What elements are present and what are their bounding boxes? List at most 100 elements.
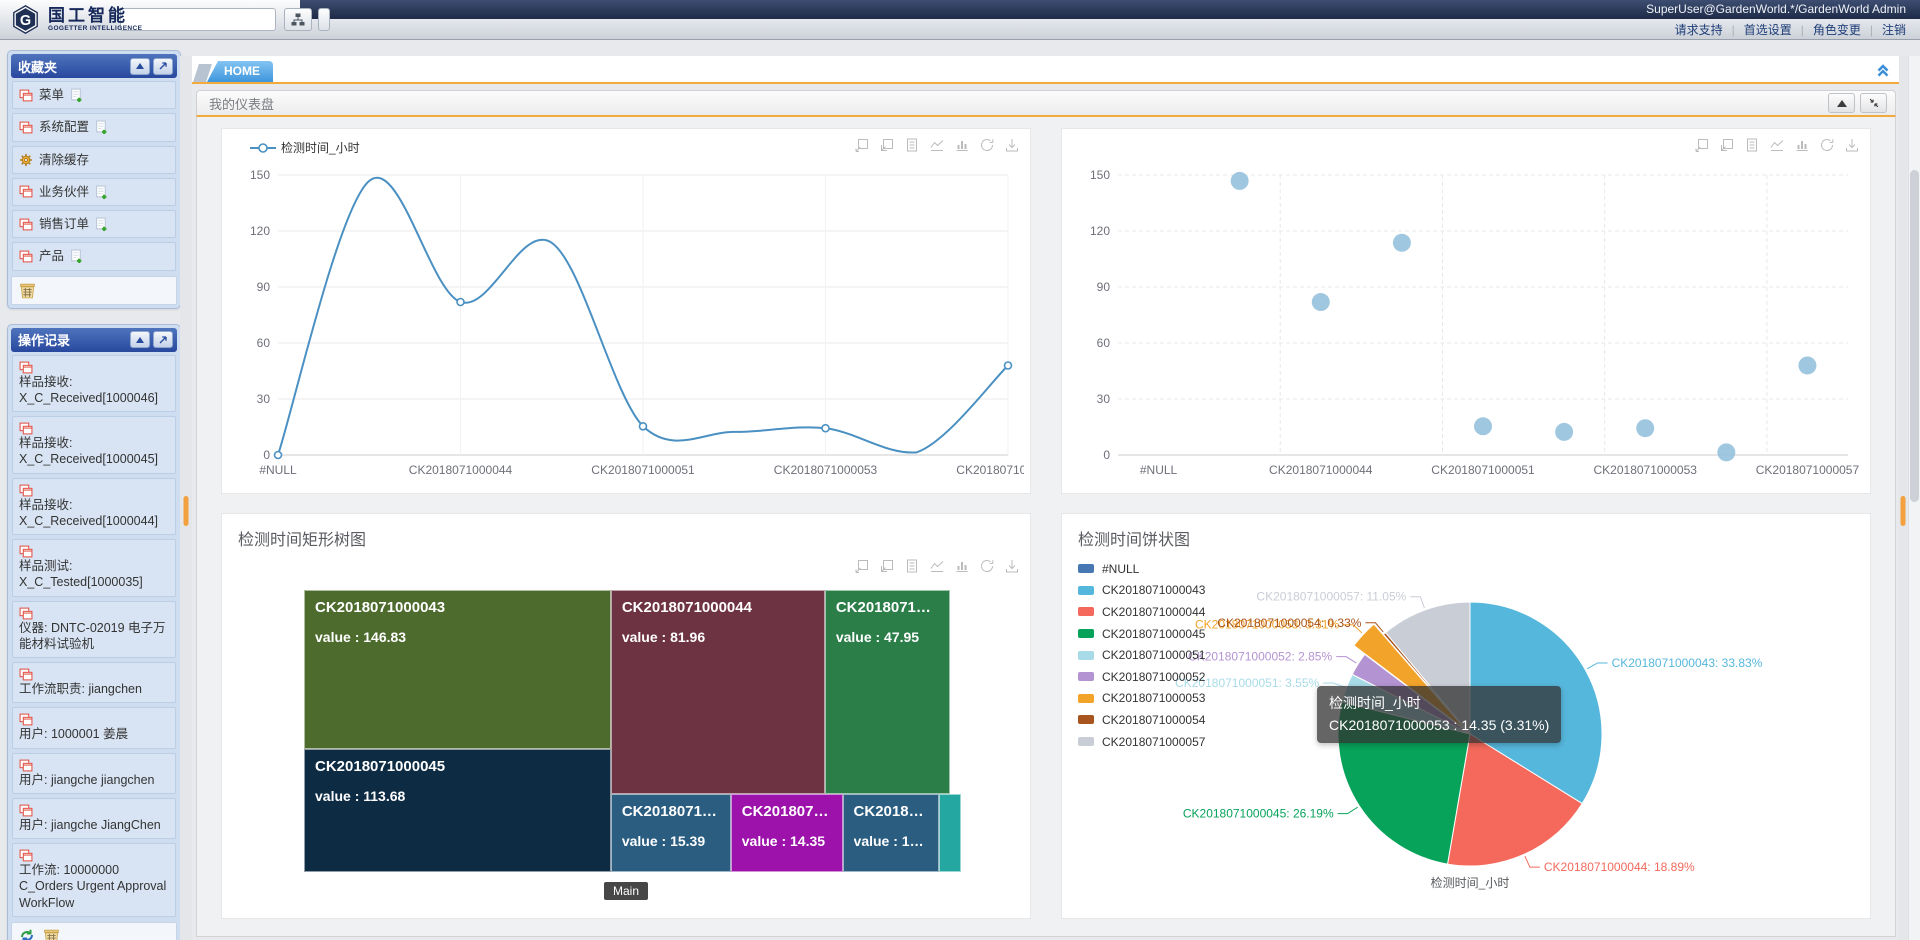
pie-legend-item[interactable]: CK2018071000052 — [1078, 666, 1205, 688]
treemap-tile[interactable]: CK2018071000053value : 14.35 — [731, 794, 843, 872]
toolbox-data-zoom-icon[interactable] — [854, 558, 870, 574]
treemap-tile[interactable]: CK2018071000043value : 146.83 — [304, 590, 611, 749]
favorite-item[interactable]: 产品 — [12, 242, 176, 270]
search-input[interactable] — [121, 10, 284, 29]
line-data-point — [275, 452, 282, 459]
scatter-data-point — [1393, 234, 1411, 252]
record-item[interactable]: 用户: jiangche jiangchen — [12, 753, 176, 794]
record-item[interactable]: 样品接收: X_C_Received[1000044] — [12, 478, 176, 536]
dashboard-title: 我的仪表盘 — [197, 94, 274, 113]
toolbox-line-type-icon[interactable] — [929, 558, 945, 574]
header-mini-button[interactable] — [318, 8, 330, 31]
pie-legend-item[interactable]: CK2018071000044 — [1078, 601, 1205, 623]
right-splitter[interactable] — [1899, 56, 1907, 940]
org-chart-button[interactable] — [284, 8, 312, 31]
pie-legend-item[interactable]: #NULL — [1078, 558, 1205, 580]
toolbox-data-zoom-icon[interactable] — [854, 137, 870, 153]
toolbox-zoom-reset-icon[interactable] — [879, 137, 895, 153]
nav-link[interactable]: 注销 — [1882, 21, 1906, 38]
favorite-item[interactable]: 销售订单 — [12, 210, 176, 238]
treemap-tile[interactable]: CK2018071000044value : 81.96 — [611, 590, 825, 794]
dashboard-restore-button[interactable] — [1860, 93, 1887, 113]
favorite-item[interactable]: 菜单 — [12, 81, 176, 109]
favorite-item[interactable]: 清除缓存 — [12, 146, 176, 174]
toolbox-data-view-icon[interactable] — [1744, 137, 1760, 153]
svg-text:CK2018071000057: CK2018071000057 — [956, 463, 1024, 477]
add-record-icon[interactable] — [95, 217, 108, 231]
toolbox-bar-type-icon[interactable] — [954, 137, 970, 153]
toolbox-save-image-icon[interactable] — [1004, 558, 1020, 574]
line-chart[interactable]: 0306090120150#NULLCK2018071000044CK20180… — [230, 161, 1024, 487]
record-item[interactable]: 样品测试: X_C_Tested[1000035] — [12, 539, 176, 597]
window-icon — [19, 185, 33, 198]
favorite-item[interactable]: 业务伙伴 — [12, 178, 176, 206]
toolbox-restore-icon[interactable] — [979, 137, 995, 153]
record-item-label: 样品接收: X_C_Received[1000045] — [19, 436, 158, 466]
global-search[interactable] — [120, 8, 276, 31]
record-item[interactable]: 用户: 1000001 姜晨 — [12, 707, 176, 748]
add-record-icon[interactable] — [70, 88, 83, 102]
record-item[interactable]: 样品接收: X_C_Received[1000045] — [12, 416, 176, 474]
pie-label-leader — [1587, 663, 1607, 669]
toolbox-data-view-icon[interactable] — [904, 137, 920, 153]
svg-text:CK2018071000057: CK2018071000057 — [1756, 463, 1860, 477]
records-collapse-button[interactable] — [130, 331, 150, 348]
toolbox-zoom-reset-icon[interactable] — [1719, 137, 1735, 153]
record-item[interactable]: 仪器: DNTC-02019 电子万能材料试验机 — [12, 601, 176, 659]
records-expand-button[interactable] — [153, 331, 173, 348]
treemap-tile[interactable]: CK2018071000051value : 15.39 — [611, 794, 731, 872]
nav-link[interactable]: 请求支持 — [1675, 21, 1723, 38]
trash-icon[interactable] — [18, 281, 37, 300]
collapse-all-button[interactable] — [1874, 61, 1892, 79]
dashboard-collapse-button[interactable] — [1828, 93, 1855, 113]
refresh-icon[interactable] — [18, 927, 36, 940]
window-icon — [19, 668, 169, 681]
toolbox-line-type-icon[interactable] — [929, 137, 945, 153]
toolbox-data-zoom-icon[interactable] — [1694, 137, 1710, 153]
add-record-icon[interactable] — [95, 120, 108, 134]
record-item[interactable]: 工作流职责: jiangchen — [12, 662, 176, 703]
pie-legend-item[interactable]: CK2018071000057 — [1078, 731, 1205, 753]
add-record-icon[interactable] — [95, 185, 108, 199]
nav-link[interactable]: 角色变更 — [1813, 21, 1861, 38]
line-chart-legend[interactable]: 检测时间_小时 — [250, 139, 360, 156]
toolbox-line-type-icon[interactable] — [1769, 137, 1785, 153]
favorites-expand-button[interactable] — [153, 58, 173, 75]
sidebar-splitter[interactable] — [180, 56, 192, 940]
user-info-strip: SuperUser@GardenWorld.*/GardenWorld Admi… — [300, 0, 1920, 19]
pie-legend-item[interactable]: CK2018071000054 — [1078, 709, 1205, 731]
toolbox-save-image-icon[interactable] — [1844, 137, 1860, 153]
pie-legend-item[interactable]: CK2018071000053 — [1078, 688, 1205, 710]
trash-icon[interactable] — [42, 927, 61, 940]
treemap-tile[interactable]: CK2018071000052value : 12.36 — [843, 794, 939, 872]
tab-home[interactable]: HOME — [207, 61, 273, 82]
treemap-tile[interactable]: CK2018071000045value : 113.68 — [304, 749, 611, 872]
treemap-tile[interactable]: CK2018071000057value : 47.95 — [825, 590, 950, 794]
pie-legend-item[interactable]: CK2018071000043 — [1078, 580, 1205, 602]
record-item[interactable]: 用户: jiangche JiangChen — [12, 798, 176, 839]
treemap-breadcrumb[interactable]: Main — [604, 882, 648, 900]
favorite-item[interactable]: 系统配置 — [12, 113, 176, 141]
toolbox-save-image-icon[interactable] — [1004, 137, 1020, 153]
favorites-collapse-button[interactable] — [130, 58, 150, 75]
scrollbar-thumb[interactable] — [1910, 170, 1919, 502]
toolbox-restore-icon[interactable] — [1819, 137, 1835, 153]
favorite-item-label: 系统配置 — [39, 119, 89, 135]
toolbox-bar-type-icon[interactable] — [1794, 137, 1810, 153]
toolbox-zoom-reset-icon[interactable] — [879, 558, 895, 574]
record-item[interactable]: 样品接收: X_C_Received[1000046] — [12, 355, 176, 413]
record-item[interactable]: 工作流: 10000000 C_Orders Urgent Approval W… — [12, 843, 176, 917]
nav-link[interactable]: 首选设置 — [1744, 21, 1792, 38]
vertical-scrollbar[interactable] — [1908, 56, 1920, 940]
pie-legend-item[interactable]: CK2018071000051 — [1078, 644, 1205, 666]
treemap-tile[interactable]: CK2018071000054value : 1.43 — [939, 794, 961, 872]
splitter-handle[interactable] — [184, 496, 189, 526]
add-record-icon[interactable] — [70, 249, 83, 263]
toolbox-restore-icon[interactable] — [979, 558, 995, 574]
toolbox-bar-type-icon[interactable] — [954, 558, 970, 574]
splitter-handle[interactable] — [1901, 496, 1906, 526]
toolbox-data-view-icon[interactable] — [904, 558, 920, 574]
treemap-chart[interactable]: CK2018071000043value : 146.83CK201807100… — [304, 590, 950, 872]
scatter-chart[interactable]: 0306090120150#NULLCK2018071000044CK20180… — [1070, 161, 1864, 487]
pie-legend-item[interactable]: CK2018071000045 — [1078, 623, 1205, 645]
